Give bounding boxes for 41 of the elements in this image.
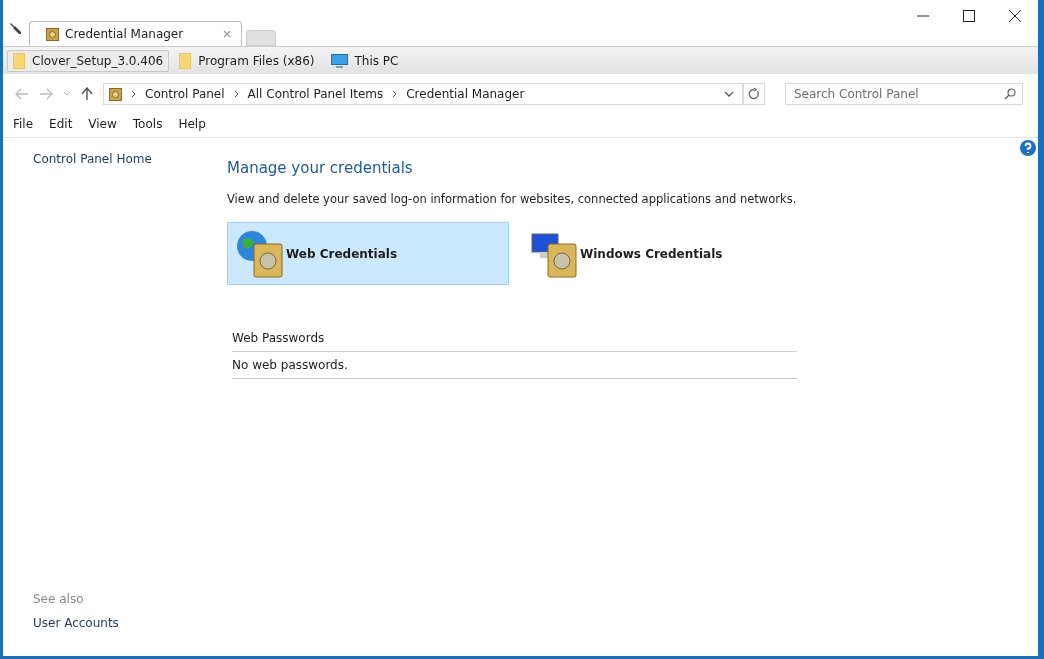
bookmark-item[interactable]: This PC bbox=[324, 50, 405, 71]
menu-item[interactable]: Tools bbox=[132, 117, 163, 131]
breadcrumb[interactable]: Control Panel bbox=[145, 87, 225, 101]
refresh-button[interactable] bbox=[743, 83, 765, 105]
safe-icon bbox=[109, 87, 122, 101]
bookmark-item[interactable]: Clover_Setup_3.0.406 bbox=[7, 49, 170, 72]
menu-item[interactable]: Help bbox=[178, 117, 206, 131]
bookmark-item[interactable]: Program Files (x86) bbox=[173, 49, 321, 72]
safe-icon bbox=[46, 27, 59, 41]
globe-safe-icon bbox=[236, 229, 284, 278]
refresh-icon bbox=[748, 88, 760, 100]
chevron-right-icon[interactable] bbox=[233, 90, 239, 98]
wrench-icon[interactable] bbox=[9, 22, 23, 36]
breadcrumb[interactable]: All Control Panel Items bbox=[247, 87, 384, 101]
monitor-icon bbox=[330, 53, 348, 68]
credential-type-button[interactable]: Windows Credentials bbox=[521, 222, 803, 285]
credential-type-button[interactable]: Web Credentials bbox=[227, 222, 509, 285]
page-title: Manage your credentials bbox=[227, 159, 414, 177]
page-description: View and delete your saved log-on information for websites, connected applications and networks. bbox=[227, 192, 798, 206]
search-field[interactable]: Search Control Panel bbox=[785, 83, 1023, 105]
folder-icon bbox=[13, 52, 25, 69]
search-icon bbox=[1004, 88, 1016, 100]
section-heading: Web Passwords bbox=[232, 325, 797, 352]
folder-icon bbox=[179, 52, 192, 69]
breadcrumb[interactable]: Credential Manager bbox=[406, 87, 525, 101]
address-bar[interactable]: Control Panel All Control Panel Items Credential Manager bbox=[103, 83, 743, 105]
empty-message: No web passwords. bbox=[232, 352, 797, 379]
help-button[interactable] bbox=[1020, 140, 1036, 159]
menu-item[interactable]: File bbox=[13, 117, 34, 131]
close-icon[interactable] bbox=[1009, 10, 1021, 22]
browser-tab[interactable]: Credential Manager bbox=[29, 21, 243, 46]
chevron-down-icon[interactable] bbox=[724, 90, 734, 98]
up-arrow-icon[interactable] bbox=[81, 87, 93, 101]
sidebar-link[interactable]: Control Panel Home bbox=[33, 152, 152, 166]
chevron-right-icon[interactable] bbox=[392, 90, 398, 98]
see-also-heading: See also bbox=[33, 592, 84, 606]
maximize-icon[interactable] bbox=[963, 10, 975, 22]
chevron-right-icon[interactable] bbox=[131, 90, 136, 98]
sidebar-link[interactable]: User Accounts bbox=[33, 616, 119, 630]
menu-item[interactable]: Edit bbox=[49, 117, 73, 131]
menu-item[interactable]: View bbox=[88, 117, 117, 131]
